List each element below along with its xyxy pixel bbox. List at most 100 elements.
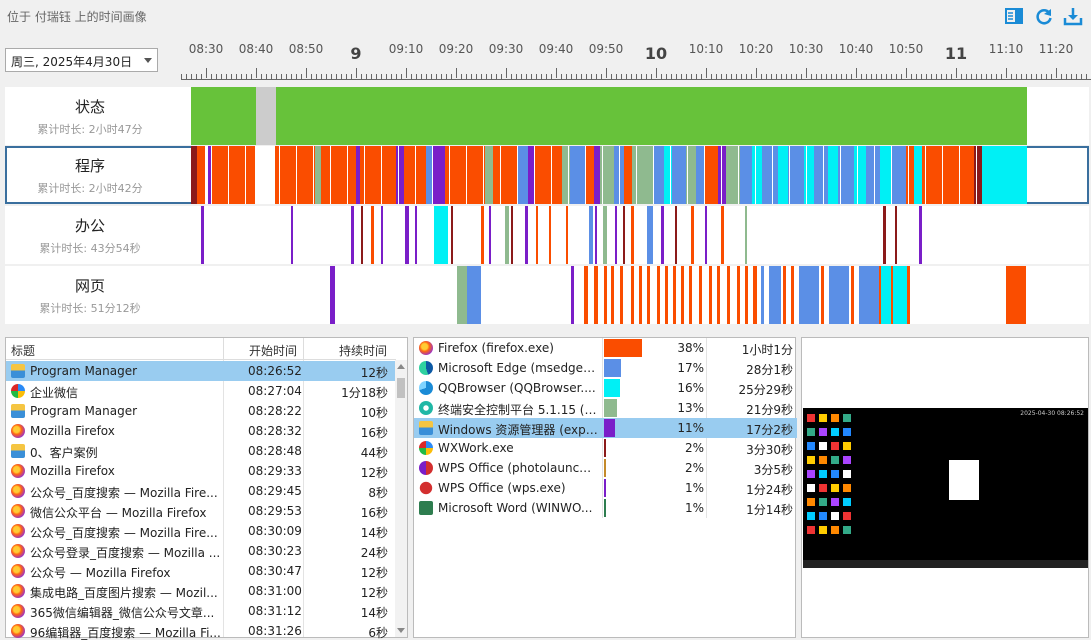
timeline-segment[interactable] (571, 266, 574, 324)
timeline-segment[interactable] (895, 206, 897, 264)
timeline-segment[interactable] (704, 146, 705, 204)
column-header-start[interactable]: 开始时间 (249, 342, 297, 359)
timeline-segment[interactable] (631, 206, 634, 264)
office-track[interactable] (191, 206, 1089, 264)
timeline-segment[interactable] (551, 146, 552, 204)
timeline-segment[interactable] (631, 266, 634, 324)
timeline-segment[interactable] (670, 146, 671, 204)
timeline-segment[interactable] (321, 146, 356, 204)
timeline-segment[interactable] (840, 146, 841, 204)
timeline-segment[interactable] (814, 146, 828, 204)
timeline-segment[interactable] (445, 146, 485, 204)
timeline-segment[interactable] (432, 146, 433, 204)
timeline-segment[interactable] (828, 146, 838, 204)
column-header-title[interactable]: 标题 (11, 342, 35, 359)
table-row[interactable]: 微信公众平台 — Mozilla Firefox 08:29:53 16秒 (6, 501, 396, 521)
table-row[interactable]: 集成电路_百度图片搜索 — Mozil... 08:31:00 12秒 (6, 581, 396, 601)
timeline-segment[interactable] (709, 266, 712, 324)
timeline-segment[interactable] (789, 146, 790, 204)
timeline-segment[interactable] (534, 146, 535, 204)
timeline-segment[interactable] (360, 146, 396, 204)
timeline-segment[interactable] (279, 146, 280, 204)
timeline-segment[interactable] (220, 146, 255, 204)
timeline-segment[interactable] (451, 206, 453, 264)
timeline-segment[interactable] (313, 146, 314, 204)
timeline-segment[interactable] (717, 266, 720, 324)
app-row[interactable]: Microsoft Word (WINWO... 1% 1分14秒 (414, 498, 797, 518)
timeline-segment[interactable] (589, 206, 593, 264)
timeline-segment[interactable] (620, 266, 623, 324)
timeline-segment[interactable] (330, 146, 331, 204)
table-row[interactable]: Mozilla Firefox 08:29:33 12秒 (6, 461, 396, 481)
timeline-segment[interactable] (772, 146, 773, 204)
timeline-segment[interactable] (788, 146, 804, 204)
timeline-segment[interactable] (727, 266, 730, 324)
timeline-segment[interactable] (296, 146, 297, 204)
timeline-segment[interactable] (740, 146, 752, 204)
timeline-segment[interactable] (525, 206, 528, 264)
table-row[interactable]: 企业微信 08:27:04 1分18秒 (6, 381, 396, 401)
timeline-segment[interactable] (549, 206, 551, 264)
table-row[interactable]: 365微信编辑器_微信公众号文章... 08:31:12 14秒 (6, 601, 396, 621)
timeline-segment[interactable] (624, 146, 632, 204)
timeline-segment[interactable] (275, 146, 315, 204)
timeline-segment[interactable] (752, 146, 762, 204)
timeline-segment[interactable] (511, 206, 513, 264)
timeline-segment[interactable] (874, 146, 875, 204)
timeline-segment[interactable] (687, 146, 688, 204)
scroll-up-icon[interactable] (397, 364, 405, 369)
app-row[interactable]: WXWork.exe 2% 3分30秒 (414, 438, 797, 458)
table-row[interactable]: Program Manager 08:28:22 10秒 (6, 401, 396, 421)
timeline-segment[interactable] (518, 146, 528, 204)
timeline-segment[interactable] (914, 146, 922, 204)
timeline-segment[interactable] (415, 146, 416, 204)
timeline-segment[interactable] (212, 146, 220, 204)
timeline-segment[interactable] (654, 146, 664, 204)
timeline-segment[interactable] (505, 206, 509, 264)
timeline-segment[interactable] (466, 146, 467, 204)
timeline-segment[interactable] (919, 206, 922, 264)
status-track[interactable] (191, 87, 1089, 145)
timeline-segment[interactable] (689, 266, 692, 324)
timeline-segment[interactable] (245, 146, 246, 204)
timeline-segment[interactable] (351, 206, 354, 264)
column-header-duration[interactable]: 持续时间 (339, 342, 387, 359)
timeline-segment[interactable] (959, 146, 960, 204)
app-row[interactable]: Microsoft Edge (msedge.... 17% 28分1秒 (414, 358, 797, 378)
timeline-segment[interactable] (745, 206, 747, 264)
table-row[interactable]: 公众号 — Mozilla Firefox 08:30:47 12秒 (6, 561, 396, 581)
timeline-segment[interactable] (330, 266, 335, 324)
timeline-segment[interactable] (791, 266, 794, 324)
timeline-segment[interactable] (534, 146, 562, 204)
timeline-segment[interactable] (432, 146, 445, 204)
timeline-segment[interactable] (799, 266, 819, 324)
timeline-segment[interactable] (883, 206, 886, 264)
time-ruler[interactable]: 08:30 08:40 08:50 9 09:10 09:20 09:30 09:40 09:5… (181, 36, 1091, 84)
timeline-segment[interactable] (262, 146, 263, 204)
timeline-segment[interactable] (857, 146, 858, 204)
timeline-segment[interactable] (489, 206, 491, 264)
timeline-segment[interactable] (434, 206, 448, 264)
web-track[interactable] (191, 266, 1089, 324)
timeline-segment[interactable] (381, 206, 383, 264)
refresh-icon[interactable] (1034, 6, 1054, 26)
timeline-segment[interactable] (481, 206, 484, 264)
timeline-segment[interactable] (769, 266, 781, 324)
timeline-segment[interactable] (1004, 146, 1027, 204)
timeline-segment[interactable] (681, 266, 684, 324)
program-track[interactable] (191, 146, 1089, 204)
timeline-segment[interactable] (925, 146, 926, 204)
download-icon[interactable] (1063, 6, 1083, 26)
timeline-segment[interactable] (982, 146, 1004, 204)
timeline-segment[interactable] (255, 146, 275, 204)
timeline-segment[interactable] (783, 266, 786, 324)
timeline-segment[interactable] (493, 146, 518, 204)
timeline-segment[interactable] (737, 266, 740, 324)
table-row[interactable]: 公众号_百度搜索 — Mozilla Fire... 08:30:09 14秒 (6, 521, 396, 541)
timeline-segment[interactable] (806, 146, 807, 204)
timeline-segment[interactable] (922, 146, 974, 204)
timeline-segment[interactable] (891, 146, 892, 204)
timeline-segment[interactable] (738, 146, 739, 204)
timeline-segment[interactable] (191, 87, 256, 145)
desktop-screenshot[interactable]: 2025-04-30 08:26:52 (803, 408, 1088, 568)
